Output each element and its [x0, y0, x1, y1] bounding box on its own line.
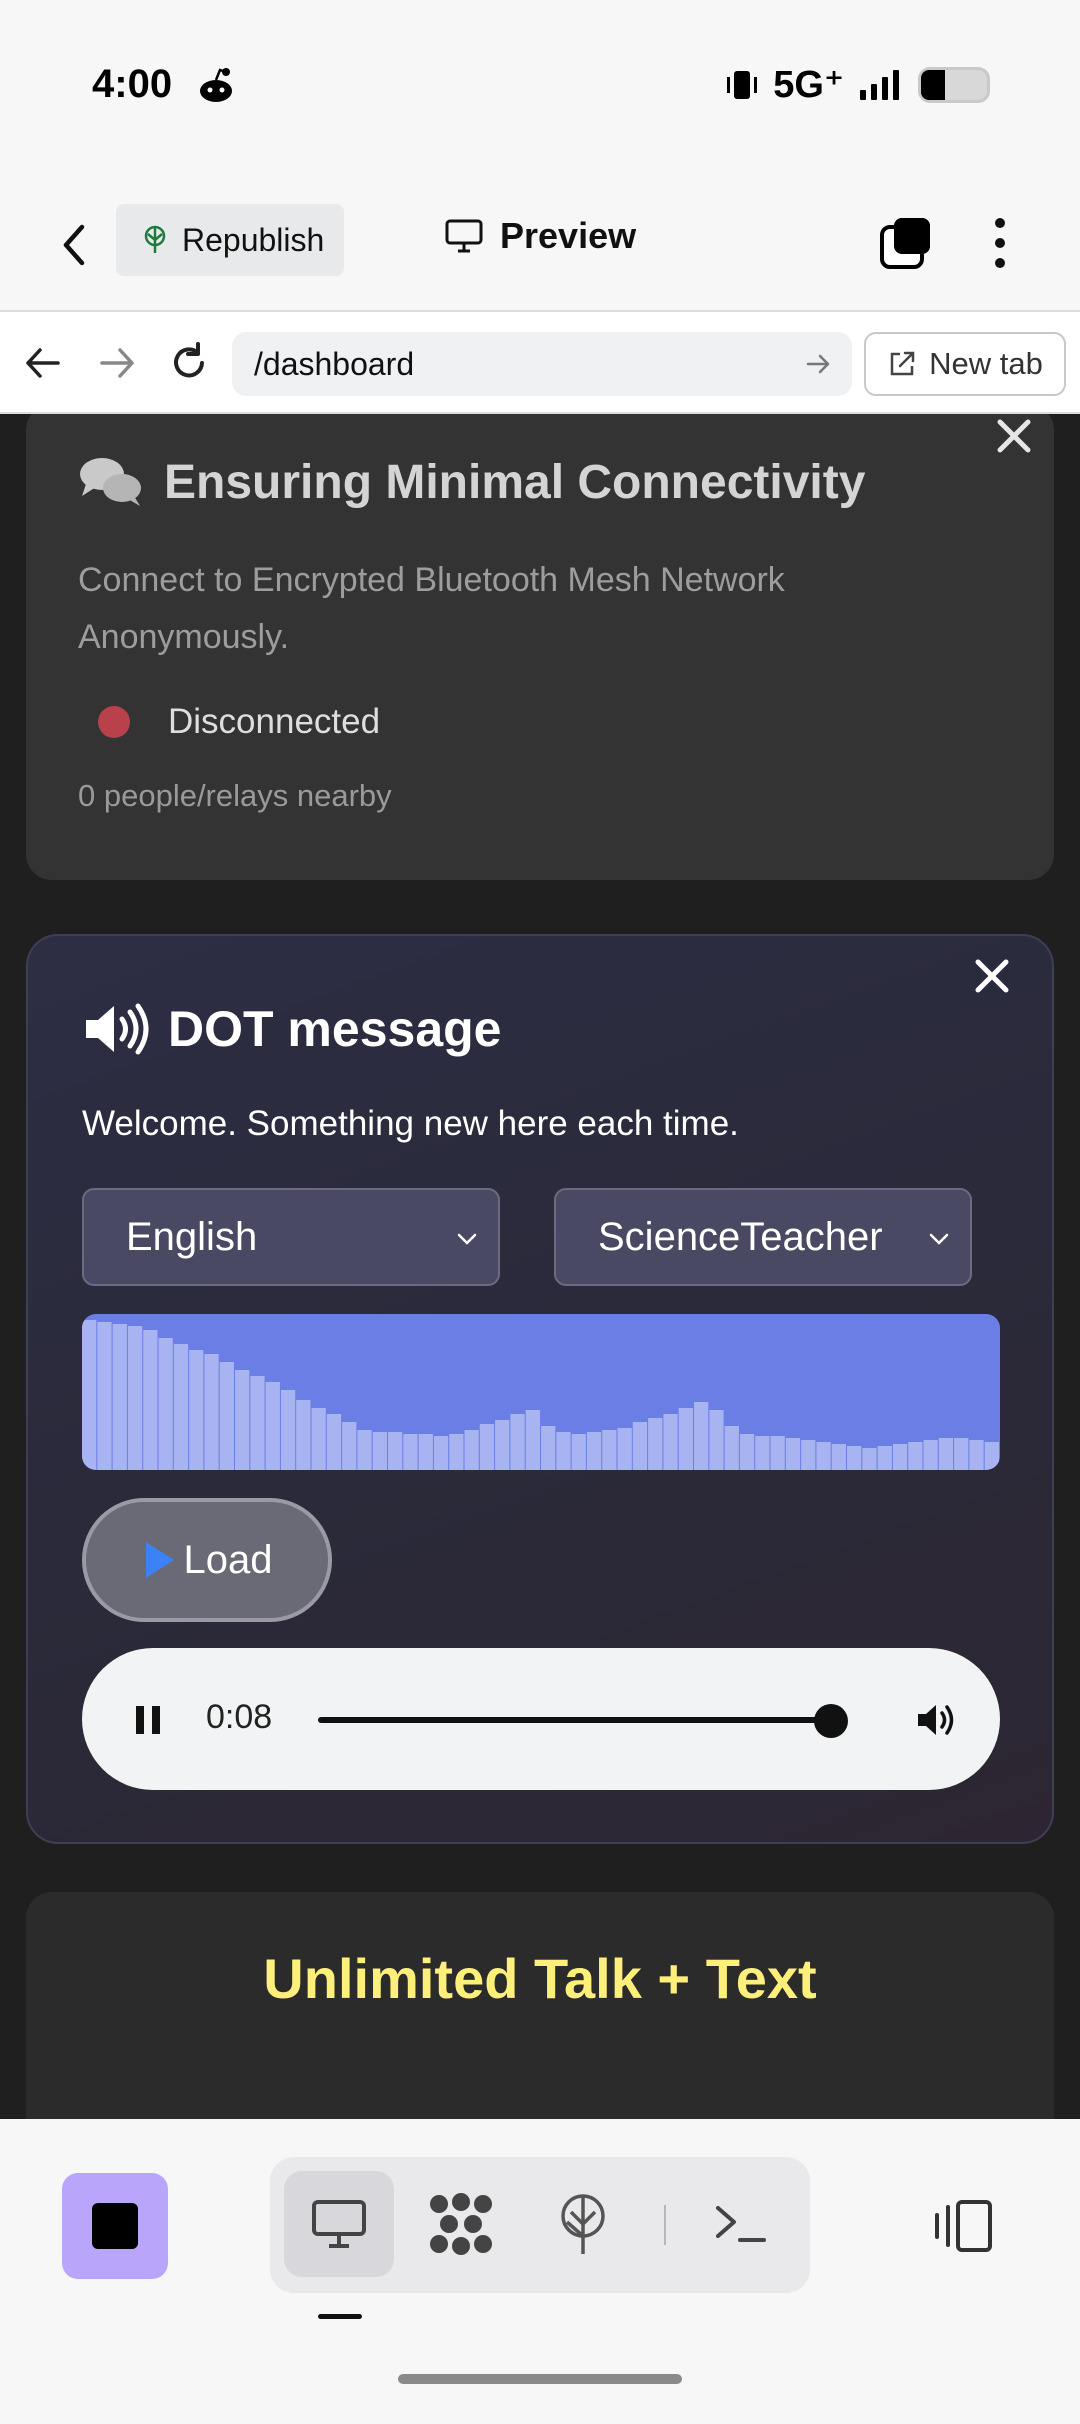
- publish-view-tab[interactable]: [528, 2171, 638, 2277]
- url-input[interactable]: /dashboard: [232, 332, 852, 396]
- republish-button[interactable]: Republish: [116, 204, 344, 276]
- connectivity-title-text: Ensuring Minimal Connectivity: [164, 455, 866, 509]
- play-icon: [145, 1542, 174, 1578]
- connection-status-text: Disconnected: [168, 702, 381, 741]
- monitor-icon: [445, 219, 483, 253]
- nearby-count: 0 people/relays nearby: [78, 778, 392, 813]
- terminal-view-tab[interactable]: [686, 2171, 796, 2277]
- waveform-overlay: [82, 1314, 1000, 1470]
- reddit-icon: [200, 68, 232, 102]
- vibrate-icon: [727, 70, 758, 99]
- voice-select[interactable]: ScienceTeacher: [554, 1188, 972, 1286]
- connectivity-title: Ensuring Minimal Connectivity: [78, 454, 865, 510]
- dot-message-card: DOT message Welcome. Something new here …: [26, 934, 1054, 1844]
- playback-time: 0:08: [206, 1698, 273, 1736]
- connection-status: Disconnected: [98, 702, 380, 742]
- load-button[interactable]: Load: [82, 1498, 332, 1622]
- home-indicator[interactable]: [398, 2374, 682, 2384]
- browser-bar: /dashboard New tab: [0, 310, 1080, 414]
- stop-icon: [92, 2203, 138, 2249]
- speaker-icon: [86, 1003, 149, 1055]
- audio-waveform: [82, 1314, 1000, 1470]
- publish-tree-icon: [144, 225, 166, 253]
- status-dot-icon: [98, 706, 130, 738]
- view-switcher: [270, 2157, 810, 2293]
- bottom-bar: [0, 2119, 1080, 2424]
- load-label: Load: [183, 1537, 273, 1582]
- divider: [664, 2205, 666, 2245]
- page-content: Ensuring Minimal Connectivity Connect to…: [0, 414, 1080, 2119]
- voice-value: ScienceTeacher: [598, 1214, 883, 1259]
- tabs-icon[interactable]: [878, 215, 934, 271]
- new-tab-label: New tab: [929, 346, 1043, 381]
- volume-icon[interactable]: [914, 1698, 958, 1742]
- new-tab-button[interactable]: New tab: [864, 332, 1066, 396]
- connectivity-description: Connect to Encrypted Bluetooth Mesh Netw…: [78, 561, 785, 656]
- seek-handle[interactable]: [814, 1704, 848, 1738]
- monitor-icon: [312, 2200, 366, 2248]
- agents-view-tab[interactable]: [406, 2171, 516, 2277]
- back-icon[interactable]: [50, 215, 100, 275]
- stop-button[interactable]: [62, 2173, 168, 2279]
- active-tab-indicator: [318, 2314, 362, 2319]
- dot-message-subtitle: Welcome. Something new here each time.: [82, 1104, 739, 1143]
- promo-title: Unlimited Talk + Text: [263, 1947, 817, 2010]
- terminal-icon: [716, 2206, 766, 2242]
- chevron-down-icon: [929, 1233, 949, 1245]
- publish-tree-icon: [561, 2194, 605, 2254]
- close-icon[interactable]: [970, 954, 1014, 998]
- app-toolbar: Republish Preview: [0, 175, 1080, 310]
- language-value: English: [126, 1214, 258, 1259]
- reload-icon[interactable]: [164, 338, 214, 388]
- status-bar: 4:00 5G⁺: [0, 0, 1080, 175]
- network-type: 5G⁺: [773, 64, 844, 106]
- dot-message-title-text: DOT message: [168, 1001, 502, 1057]
- close-icon[interactable]: [992, 414, 1036, 458]
- audio-player: 0:08: [82, 1648, 1000, 1790]
- battery-icon: [918, 66, 990, 103]
- browser-forward-icon[interactable]: [92, 338, 142, 388]
- republish-label: Republish: [182, 221, 325, 258]
- status-indicators: 5G⁺: [725, 62, 990, 107]
- more-options-icon[interactable]: [984, 213, 1016, 273]
- waveform-graphic: [82, 1314, 1000, 1470]
- go-arrow-icon[interactable]: [802, 348, 834, 380]
- pause-icon[interactable]: [134, 1704, 162, 1736]
- signal-icon: [860, 69, 899, 100]
- language-select[interactable]: English: [82, 1188, 500, 1286]
- side-panel-icon[interactable]: [932, 2199, 996, 2253]
- seek-bar[interactable]: [318, 1717, 828, 1723]
- dot-message-title: DOT message: [82, 1000, 501, 1058]
- preview-label: Preview: [500, 215, 637, 256]
- external-link-icon: [890, 351, 915, 376]
- chat-bubbles-icon: [80, 458, 141, 506]
- url-text: /dashboard: [254, 345, 415, 382]
- nodes-icon: [430, 2193, 492, 2255]
- preview-view-tab[interactable]: [284, 2171, 394, 2277]
- browser-back-icon[interactable]: [18, 338, 68, 388]
- connectivity-card: Ensuring Minimal Connectivity Connect to…: [26, 414, 1054, 880]
- chevron-down-icon: [457, 1233, 477, 1245]
- preview-button[interactable]: Preview: [444, 215, 636, 257]
- status-time: 4:00: [92, 62, 173, 106]
- promo-card: Unlimited Talk + Text: [26, 1892, 1054, 2119]
